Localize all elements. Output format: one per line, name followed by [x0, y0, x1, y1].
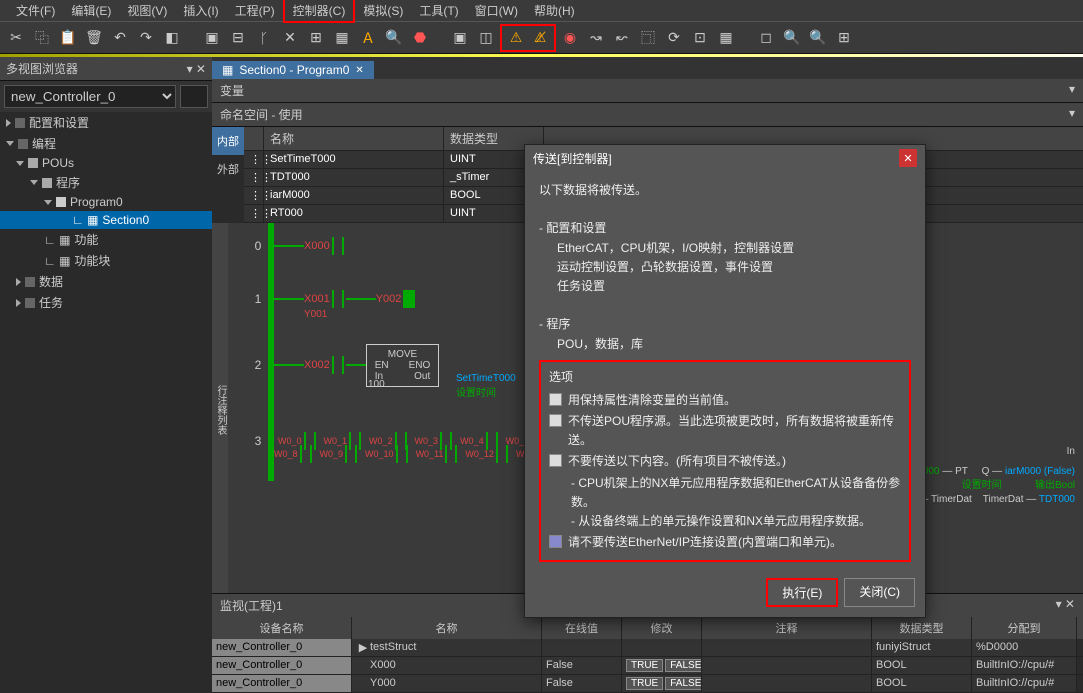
- vartab-outer[interactable]: 外部: [212, 155, 244, 183]
- menu-help[interactable]: 帮助(H): [526, 0, 583, 21]
- cut-icon[interactable]: ✂: [4, 26, 28, 50]
- opt4-checkbox[interactable]: [549, 535, 562, 548]
- paste-icon[interactable]: 📋: [56, 26, 80, 50]
- dialog-close-button[interactable]: ✕: [899, 149, 917, 167]
- warning-icon[interactable]: ⚠: [504, 26, 528, 50]
- tree-program0[interactable]: Program0: [0, 193, 212, 211]
- tree-tasks[interactable]: 任务: [0, 292, 212, 313]
- tb-icon-13[interactable]: ⿹: [636, 26, 660, 50]
- tb-icon-3[interactable]: ᚴ: [252, 26, 276, 50]
- tb-icon-4[interactable]: ✕: [278, 26, 302, 50]
- controller-select[interactable]: new_Controller_0: [4, 85, 176, 108]
- editor-tab[interactable]: ▦Section0 - Program0✕: [212, 61, 374, 79]
- transfer-dialog: 传送[到控制器]✕ 以下数据将被传送。 - 配置和设置 EtherCAT，CPU…: [524, 144, 926, 618]
- zoom-in-icon[interactable]: 🔍: [780, 26, 804, 50]
- watch-row[interactable]: new_Controller_0Y000FalseTRUEFALSEBOOLBu…: [212, 675, 1083, 693]
- delete-icon[interactable]: 🗑: [82, 26, 106, 50]
- execute-button[interactable]: 执行(E): [766, 578, 838, 607]
- ladder-comments-tab[interactable]: 行注释列表: [212, 223, 228, 593]
- menu-project[interactable]: 工程(P): [227, 0, 283, 21]
- tree-data[interactable]: 数据: [0, 271, 212, 292]
- close-tab-icon[interactable]: ✕: [355, 65, 363, 76]
- tree-section0[interactable]: ∟ ▦Section0: [0, 211, 212, 229]
- sidebar-menu-icon[interactable]: ▾ ✕: [187, 62, 206, 76]
- project-tree: 配置和设置 编程 POUs 程序 Program0 ∟ ▦Section0 ∟ …: [0, 112, 212, 593]
- menu-insert[interactable]: 插入(I): [175, 0, 226, 21]
- opt1-checkbox[interactable]: [549, 393, 562, 406]
- sidebar: 多视图浏览器 ▾ ✕ new_Controller_0 配置和设置 编程 POU…: [0, 57, 212, 593]
- close-button[interactable]: 关闭(C): [844, 578, 915, 607]
- tb-icon-11[interactable]: ↝: [584, 26, 608, 50]
- bug-icon[interactable]: ⬣: [408, 26, 432, 50]
- search-icon[interactable]: 🔍: [382, 26, 406, 50]
- opt3-checkbox[interactable]: [549, 454, 562, 467]
- watch-close-icon[interactable]: ▾ ✕: [1056, 597, 1075, 614]
- tb-icon-12[interactable]: ↜: [610, 26, 634, 50]
- crop-icon[interactable]: ◻: [754, 26, 778, 50]
- tb-icon-16[interactable]: ▦: [714, 26, 738, 50]
- tb-icon-2[interactable]: ⊟: [226, 26, 250, 50]
- tree-programs[interactable]: 程序: [0, 172, 212, 193]
- no-warning-icon[interactable]: ⚠̸: [528, 26, 552, 50]
- menu-simulate[interactable]: 模拟(S): [355, 0, 411, 21]
- tree-functions[interactable]: ∟ ▦功能: [0, 229, 212, 250]
- tb-icon-5[interactable]: ⊞: [304, 26, 328, 50]
- copy-icon[interactable]: ⿻: [30, 26, 54, 50]
- zoom-out-icon[interactable]: 🔍: [806, 26, 830, 50]
- menu-tool[interactable]: 工具(T): [411, 0, 466, 21]
- dialog-title: 传送[到控制器]: [533, 150, 612, 167]
- undo-icon[interactable]: ↶: [108, 26, 132, 50]
- watch-row[interactable]: new_Controller_0X000FalseTRUEFALSEBOOLBu…: [212, 657, 1083, 675]
- menu-bar: 文件(F) 编辑(E) 视图(V) 插入(I) 工程(P) 控制器(C) 模拟(…: [0, 0, 1083, 22]
- device-icon[interactable]: [180, 85, 208, 108]
- tb-icon-9[interactable]: ◫: [474, 26, 498, 50]
- menu-view[interactable]: 视图(V): [119, 0, 175, 21]
- vartab-inner[interactable]: 内部: [212, 127, 244, 155]
- tb-icon-10[interactable]: ◉: [558, 26, 582, 50]
- opt2-checkbox[interactable]: [549, 414, 562, 427]
- menu-edit[interactable]: 编辑(E): [63, 0, 119, 21]
- tb-icon-6[interactable]: ▦: [330, 26, 354, 50]
- ns-header[interactable]: 命名空间 - 使用▾: [212, 103, 1083, 127]
- toolbar: ✂ ⿻ 📋 🗑 ↶ ↷ ◧ ▣ ⊟ ᚴ ✕ ⊞ ▦ Ａ 🔍 ⬣ ▣ ◫ ⚠ ⚠̸…: [0, 22, 1083, 54]
- menu-controller[interactable]: 控制器(C): [283, 0, 356, 23]
- tree-config[interactable]: 配置和设置: [0, 112, 212, 133]
- menu-window[interactable]: 窗口(W): [467, 0, 526, 21]
- zoom-fit-icon[interactable]: ⊞: [832, 26, 856, 50]
- tb-icon-15[interactable]: ⊡: [688, 26, 712, 50]
- warning-buttons-highlight: ⚠ ⚠̸: [500, 24, 556, 52]
- vars-header[interactable]: 变量▾: [212, 79, 1083, 103]
- tree-fblocks[interactable]: ∟ ▦功能块: [0, 250, 212, 271]
- tree-programming[interactable]: 编程: [0, 133, 212, 154]
- sidebar-title: 多视图浏览器 ▾ ✕: [0, 57, 212, 81]
- tool-icon[interactable]: ◧: [160, 26, 184, 50]
- watch-row[interactable]: new_Controller_0▶testStructfuniyiStruct%…: [212, 639, 1083, 657]
- tree-pous[interactable]: POUs: [0, 154, 212, 172]
- dialog-options: 选项 用保持属性清除变量的当前值。 不传送POU程序源。当此选项被更改时，所有数…: [539, 360, 911, 563]
- tb-icon-8[interactable]: ▣: [448, 26, 472, 50]
- redo-icon[interactable]: ↷: [134, 26, 158, 50]
- tb-icon-7[interactable]: Ａ: [356, 26, 380, 50]
- menu-file[interactable]: 文件(F): [8, 0, 63, 21]
- tb-icon-14[interactable]: ⟳: [662, 26, 686, 50]
- tb-icon-1[interactable]: ▣: [200, 26, 224, 50]
